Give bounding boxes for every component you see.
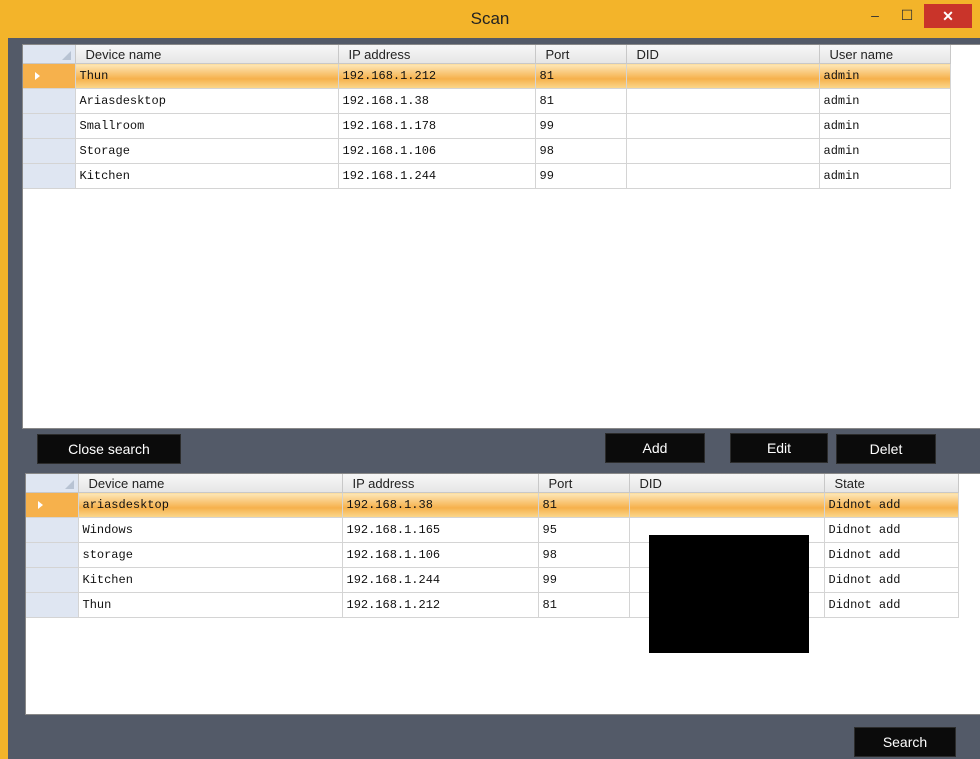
- device-name-cell[interactable]: Kitchen: [75, 163, 339, 189]
- state-cell[interactable]: Didnot add: [824, 517, 959, 543]
- column-header[interactable]: Port: [538, 474, 630, 493]
- ip-address-cell[interactable]: 192.168.1.106: [338, 138, 536, 164]
- table-header: Device name IP address Port DID State: [26, 474, 959, 493]
- did-cell[interactable]: [626, 138, 820, 164]
- user-name-cell[interactable]: admin: [819, 163, 951, 189]
- column-header[interactable]: IP address: [342, 474, 539, 493]
- port-cell[interactable]: 99: [535, 163, 627, 189]
- ip-address-cell[interactable]: 192.168.1.212: [342, 592, 539, 618]
- table-row[interactable]: Thun 192.168.1.212 81 Didnot add: [26, 592, 959, 618]
- table-row[interactable]: Smallroom 192.168.1.178 99 admin: [23, 113, 951, 139]
- row-selector[interactable]: [23, 88, 76, 114]
- ip-address-cell[interactable]: 192.168.1.38: [338, 88, 536, 114]
- row-selector[interactable]: [23, 63, 76, 89]
- state-cell[interactable]: Didnot add: [824, 567, 959, 593]
- device-name-cell[interactable]: Ariasdesktop: [75, 88, 339, 114]
- column-header[interactable]: User name: [819, 45, 951, 64]
- user-name-cell[interactable]: admin: [819, 63, 951, 89]
- table-row[interactable]: Kitchen 192.168.1.244 99 admin: [23, 163, 951, 189]
- ip-address-cell[interactable]: 192.168.1.244: [338, 163, 536, 189]
- port-cell[interactable]: 81: [538, 492, 630, 518]
- redacted-did-block: [649, 535, 809, 653]
- user-name-cell[interactable]: admin: [819, 113, 951, 139]
- table-row[interactable]: Windows 192.168.1.165 95 Didnot add: [26, 517, 959, 543]
- ip-address-cell[interactable]: 192.168.1.178: [338, 113, 536, 139]
- did-cell[interactable]: [629, 492, 825, 518]
- column-header[interactable]: DID: [629, 474, 825, 493]
- ip-address-cell[interactable]: 192.168.1.106: [342, 542, 539, 568]
- row-selector[interactable]: [26, 567, 79, 593]
- ip-address-cell[interactable]: 192.168.1.244: [342, 567, 539, 593]
- column-header[interactable]: Device name: [78, 474, 343, 493]
- scanned-devices-table: Device name IP address Port DID User nam…: [23, 45, 951, 189]
- column-header[interactable]: State: [824, 474, 959, 493]
- device-name-cell[interactable]: Smallroom: [75, 113, 339, 139]
- search-button[interactable]: Search: [854, 727, 956, 757]
- did-cell[interactable]: [626, 113, 820, 139]
- minimize-icon[interactable]: –: [860, 0, 890, 30]
- port-cell[interactable]: 99: [535, 113, 627, 139]
- state-cell[interactable]: Didnot add: [824, 592, 959, 618]
- did-cell[interactable]: [626, 63, 820, 89]
- column-header[interactable]: Device name: [75, 45, 339, 64]
- maximize-icon[interactable]: ☐: [892, 0, 922, 30]
- ip-address-cell[interactable]: 192.168.1.212: [338, 63, 536, 89]
- current-row-arrow-icon: [38, 501, 43, 509]
- device-name-cell[interactable]: Kitchen: [78, 567, 343, 593]
- scanned-devices-panel: Device name IP address Port DID User nam…: [22, 44, 980, 429]
- device-name-cell[interactable]: Thun: [78, 592, 343, 618]
- found-devices-panel: Device name IP address Port DID State ar…: [25, 473, 980, 715]
- did-cell[interactable]: [626, 88, 820, 114]
- row-selector[interactable]: [26, 492, 79, 518]
- edit-button[interactable]: Edit: [730, 433, 828, 463]
- port-cell[interactable]: 81: [538, 592, 630, 618]
- device-name-cell[interactable]: Windows: [78, 517, 343, 543]
- port-cell[interactable]: 98: [535, 138, 627, 164]
- state-cell[interactable]: Didnot add: [824, 542, 959, 568]
- device-name-cell[interactable]: Storage: [75, 138, 339, 164]
- close-search-button[interactable]: Close search: [37, 434, 181, 464]
- ip-address-cell[interactable]: 192.168.1.165: [342, 517, 539, 543]
- found-devices-table: Device name IP address Port DID State ar…: [26, 474, 959, 618]
- window-title: Scan: [470, 9, 510, 28]
- ip-address-cell[interactable]: 192.168.1.38: [342, 492, 539, 518]
- user-name-cell[interactable]: admin: [819, 88, 951, 114]
- row-selector[interactable]: [23, 163, 76, 189]
- table-row[interactable]: storage 192.168.1.106 98 Didnot add: [26, 542, 959, 568]
- add-button[interactable]: Add: [605, 433, 705, 463]
- state-cell[interactable]: Didnot add: [824, 492, 959, 518]
- row-selector[interactable]: [23, 113, 76, 139]
- title-bar: Scan – ☐ ✕: [0, 0, 980, 38]
- row-selector[interactable]: [23, 138, 76, 164]
- table-row[interactable]: Ariasdesktop 192.168.1.38 81 admin: [23, 88, 951, 114]
- port-cell[interactable]: 99: [538, 567, 630, 593]
- did-cell[interactable]: [626, 163, 820, 189]
- port-cell[interactable]: 98: [538, 542, 630, 568]
- port-cell[interactable]: 81: [535, 63, 627, 89]
- device-name-cell[interactable]: Thun: [75, 63, 339, 89]
- port-cell[interactable]: 95: [538, 517, 630, 543]
- table-row[interactable]: Thun 192.168.1.212 81 admin: [23, 63, 951, 89]
- device-name-cell[interactable]: ariasdesktop: [78, 492, 343, 518]
- port-cell[interactable]: 81: [535, 88, 627, 114]
- close-icon[interactable]: ✕: [924, 4, 972, 28]
- column-header[interactable]: IP address: [338, 45, 536, 64]
- column-header[interactable]: Port: [535, 45, 627, 64]
- column-header[interactable]: DID: [626, 45, 820, 64]
- row-selector[interactable]: [26, 517, 79, 543]
- select-all-corner[interactable]: [26, 474, 79, 493]
- row-selector[interactable]: [26, 542, 79, 568]
- table-row[interactable]: Kitchen 192.168.1.244 99 Didnot add: [26, 567, 959, 593]
- table-header: Device name IP address Port DID User nam…: [23, 45, 951, 64]
- window-body: Device name IP address Port DID User nam…: [8, 38, 980, 759]
- user-name-cell[interactable]: admin: [819, 138, 951, 164]
- row-selector[interactable]: [26, 592, 79, 618]
- current-row-arrow-icon: [35, 72, 40, 80]
- table-row[interactable]: ariasdesktop 192.168.1.38 81 Didnot add: [26, 492, 959, 518]
- table-row[interactable]: Storage 192.168.1.106 98 admin: [23, 138, 951, 164]
- delete-button[interactable]: Delet: [836, 434, 936, 464]
- select-all-corner[interactable]: [23, 45, 76, 64]
- device-name-cell[interactable]: storage: [78, 542, 343, 568]
